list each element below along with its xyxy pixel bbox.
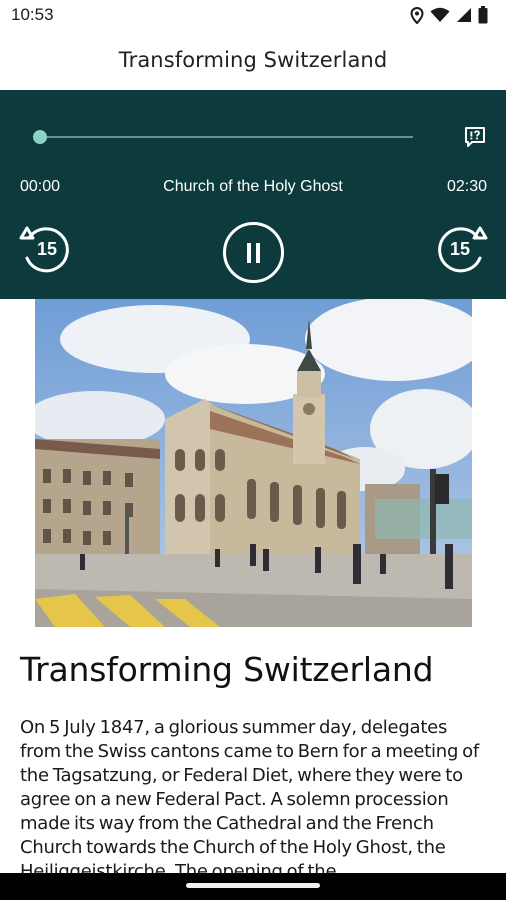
signal-icon	[457, 8, 471, 22]
wifi-icon	[430, 7, 450, 22]
pause-icon	[245, 242, 263, 263]
article-title: Transforming Switzerland	[20, 650, 434, 689]
home-gesture-handle[interactable]	[186, 883, 320, 888]
audio-player: 00:00 Church of the Holy Ghost 02:30 15 …	[0, 90, 506, 299]
status-time: 10:53	[11, 5, 54, 24]
location-icon	[410, 6, 424, 24]
navigation-bar	[0, 873, 506, 900]
forward-15-icon: 15	[438, 226, 488, 273]
total-time: 02:30	[446, 178, 487, 195]
status-icons	[410, 6, 488, 24]
app-title: Transforming Switzerland	[118, 48, 388, 72]
track-title: Church of the Holy Ghost	[163, 178, 343, 195]
rewind-seconds: 15	[37, 239, 57, 259]
seek-thumb[interactable]	[33, 130, 47, 144]
transcript-icon	[465, 127, 485, 147]
status-bar: 10:53	[0, 0, 506, 30]
rewind-15-button[interactable]: 15	[18, 223, 72, 273]
forward-seconds: 15	[450, 239, 470, 259]
app-bar: Transforming Switzerland	[0, 30, 506, 90]
forward-15-button[interactable]: 15	[435, 223, 489, 273]
rewind-15-icon: 15	[19, 226, 69, 273]
seek-bar[interactable]	[40, 136, 413, 138]
article-body: On 5 July 1847, a glorious summer day, d…	[20, 717, 479, 882]
church-photo	[35, 299, 472, 627]
transcript-button[interactable]	[463, 125, 487, 149]
battery-icon	[478, 6, 488, 24]
pause-button[interactable]	[223, 222, 284, 283]
